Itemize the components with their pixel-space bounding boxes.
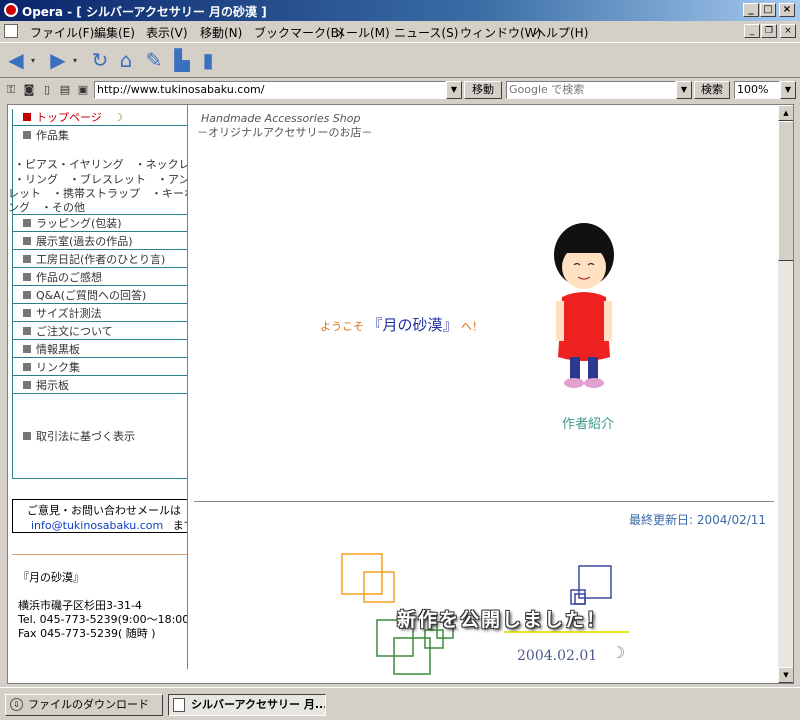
- back-arrow-icon[interactable]: ◀: [4, 47, 28, 73]
- contact-box: ご意見・お問い合わせメールは info@tukinosabaku.com まで: [12, 499, 187, 533]
- menu-view[interactable]: 表示(V): [146, 24, 188, 41]
- shop-fax: Fax 045-773-5239( 随時 ): [18, 627, 156, 640]
- main-content-frame: Handmade Accessories Shop －オリジナルアクセサリーのお…: [189, 105, 778, 683]
- menu-help[interactable]: ヘルプ(H): [534, 24, 588, 41]
- shop-subtitle-jp: －オリジナルアクセサリーのお店－: [197, 126, 373, 139]
- contact-text: ご意見・お問い合わせメールは: [27, 504, 181, 517]
- go-button[interactable]: 移動: [464, 81, 502, 99]
- search-button[interactable]: 検索: [694, 81, 730, 99]
- news-date: 2004.02.01: [517, 648, 598, 664]
- shop-info-box: 『月の砂漠』 横浜市磯子区杉田3-31-4 Tel. 045-773-5239(…: [12, 554, 187, 669]
- minimize-button[interactable]: _: [743, 3, 759, 17]
- page-content-area: トップページ ☽ 作品集 ・ピアス・イヤリング ・ネックレス ・リング ・ブレス…: [7, 104, 794, 684]
- zoom-dropdown-button[interactable]: ▼: [780, 81, 796, 99]
- contact-email-link[interactable]: info@tukinosabaku.com: [31, 519, 163, 532]
- menu-bar: ファイル(F) 編集(E) 表示(V) 移動(N) ブックマーク(B) メール(…: [0, 21, 800, 41]
- author-character-illustration[interactable]: [544, 215, 624, 410]
- forward-arrow-icon[interactable]: ▶: [46, 47, 70, 73]
- forward-history-dropdown-icon[interactable]: ▾: [70, 47, 80, 73]
- download-tab[interactable]: ⇩ ファイルのダウンロード: [5, 694, 163, 716]
- print-small-icon[interactable]: ▤: [58, 83, 72, 97]
- download-icon: ⇩: [10, 698, 23, 711]
- navigation-toolbar: ◀ ▾ ▶ ▾ ↻ ⌂ ✎ ▙ ▮: [0, 42, 800, 78]
- author-intro-link[interactable]: 作者紹介: [562, 413, 614, 432]
- maximize-button[interactable]: □: [760, 3, 776, 17]
- home-icon[interactable]: ⌂: [114, 47, 138, 73]
- welcome-shop-name: 『月の砂漠』: [367, 316, 458, 334]
- zoom-input[interactable]: 100%: [734, 81, 780, 99]
- scroll-up-button[interactable]: ▲: [778, 105, 793, 121]
- left-navigation-frame: トップページ ☽ 作品集 ・ピアス・イヤリング ・ネックレス ・リング ・ブレス…: [8, 105, 188, 669]
- mdi-minimize-button[interactable]: _: [744, 24, 760, 38]
- scroll-down-button[interactable]: ▼: [778, 667, 793, 683]
- opera-logo-icon: [4, 3, 18, 17]
- page-icon[interactable]: ▮: [196, 47, 220, 73]
- last-updated: 最終更新日: 2004/02/11: [629, 511, 766, 528]
- lock-icon[interactable]: ▣: [76, 83, 90, 97]
- menu-navigate[interactable]: 移動(N): [200, 24, 242, 41]
- security-icon[interactable]: ⚿: [4, 83, 18, 97]
- page-tab[interactable]: シルバーアクセサリー 月...: [168, 694, 326, 716]
- menu-window[interactable]: ウィンドウ(W): [460, 24, 541, 41]
- mdi-close-button[interactable]: ×: [780, 24, 796, 38]
- url-input[interactable]: http://www.tukinosabaku.com/: [94, 81, 446, 99]
- back-history-dropdown-icon[interactable]: ▾: [28, 47, 38, 73]
- contact-suffix: まで: [172, 519, 187, 532]
- last-updated-date: 2004/02/11: [696, 513, 767, 527]
- menu-file[interactable]: ファイル(F): [30, 24, 94, 41]
- menu-edit[interactable]: 編集(E): [94, 24, 135, 41]
- page-tab-label: シルバーアクセサリー 月...: [191, 698, 326, 711]
- scrollbar-thumb[interactable]: [778, 121, 793, 261]
- print-icon[interactable]: ▙: [170, 47, 194, 73]
- vertical-scrollbar[interactable]: ▲ ▼: [778, 105, 793, 683]
- camera-icon[interactable]: ◙: [22, 83, 36, 97]
- welcome-prefix: ようこそ: [320, 320, 364, 333]
- new-page-icon[interactable]: ▯: [40, 83, 54, 97]
- address-bar: ⚿ ◙ ▯ ▤ ▣ http://www.tukinosabaku.com/ ▼…: [0, 79, 800, 101]
- search-input[interactable]: Google で検索: [506, 81, 676, 99]
- window-titlebar: Opera - [ シルバーアクセサリー 月の砂漠 ] _ □ ×: [0, 0, 800, 21]
- search-dropdown-button[interactable]: ▼: [676, 81, 692, 99]
- download-tab-label: ファイルのダウンロード: [28, 698, 149, 711]
- mdi-restore-button[interactable]: ❐: [761, 24, 777, 38]
- last-updated-label: 最終更新日:: [629, 513, 694, 527]
- url-dropdown-button[interactable]: ▼: [446, 81, 462, 99]
- welcome-message: ようこそ 『月の砂漠』 へ！: [320, 314, 483, 335]
- welcome-suffix: へ！: [461, 320, 484, 333]
- crescent-moon-icon: ☽: [611, 643, 626, 662]
- reload-icon[interactable]: ↻: [88, 47, 112, 73]
- menu-news[interactable]: ニュース(S): [394, 24, 458, 41]
- menu-mail[interactable]: メール(M): [334, 24, 390, 41]
- menu-bookmarks[interactable]: ブックマーク(B): [254, 24, 344, 41]
- document-icon: [4, 24, 18, 38]
- nav-frame-border: [12, 109, 187, 479]
- window-taskbar: ⇩ ファイルのダウンロード シルバーアクセサリー 月...: [0, 687, 800, 720]
- horizontal-divider: [194, 501, 774, 502]
- news-headline[interactable]: 新作を公開しました！: [397, 605, 607, 632]
- close-button[interactable]: ×: [779, 3, 795, 17]
- shop-name: 『月の砂漠』: [18, 571, 84, 584]
- hotlist-icon[interactable]: ✎: [142, 47, 166, 73]
- window-title: Opera - [ シルバーアクセサリー 月の砂漠 ]: [22, 5, 267, 19]
- page-tab-icon: [173, 698, 185, 712]
